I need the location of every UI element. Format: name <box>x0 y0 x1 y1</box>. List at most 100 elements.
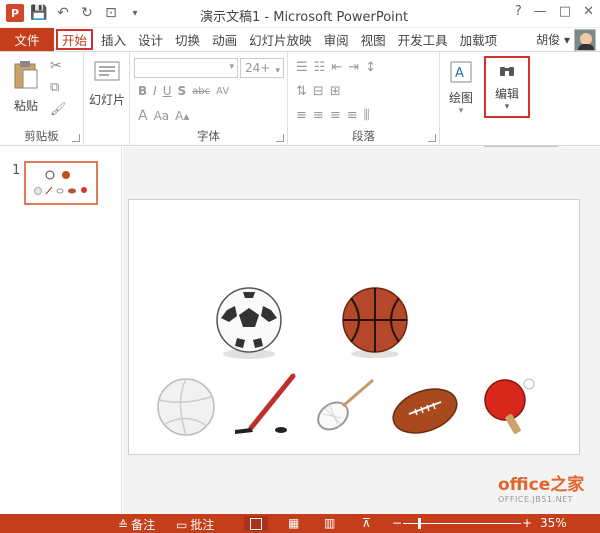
new-slide-icon <box>94 61 120 81</box>
text-direction-icon[interactable]: ⇅ <box>296 84 307 99</box>
slideshow-start-icon[interactable]: ⊡ <box>102 4 120 22</box>
normal-view-button[interactable] <box>244 516 268 531</box>
undo-icon[interactable]: ↶ <box>54 4 72 22</box>
align-text-icon[interactable]: ⊟ <box>313 84 324 99</box>
paragraph-launcher-icon[interactable] <box>428 134 436 142</box>
slide-sorter-icon: ▦ <box>288 516 300 530</box>
cut-icon[interactable]: ✂ <box>50 58 62 74</box>
help-button[interactable]: ? <box>515 4 522 19</box>
tab-home[interactable]: 开始 <box>56 29 94 50</box>
justify-icon[interactable]: ≡ <box>347 108 358 123</box>
new-slide-button[interactable]: 幻灯片 <box>88 58 126 108</box>
align-center-icon[interactable]: ≡ <box>313 108 324 123</box>
slide-thumbnails-panel: 1 <box>0 147 122 514</box>
slide-sorter-button[interactable]: ▦ <box>288 516 299 530</box>
comments-button[interactable]: ▭ 批注 <box>176 516 214 533</box>
customize-qat-icon[interactable]: ▾ <box>126 4 144 22</box>
tab-developer[interactable]: 开发工具 <box>392 28 454 51</box>
drawing-button[interactable]: A 绘图 ▾ <box>444 60 478 116</box>
redo-icon[interactable]: ↻ <box>78 4 96 22</box>
decrease-indent-icon[interactable]: ⇤ <box>331 60 342 75</box>
italic-button[interactable]: I <box>153 84 157 98</box>
close-button[interactable]: ✕ <box>583 4 594 19</box>
tab-review[interactable]: 审阅 <box>318 28 355 51</box>
watermark-url: OFFICE.JB51.NET <box>498 495 574 504</box>
avatar[interactable] <box>574 28 596 51</box>
columns-icon[interactable]: ⫼ <box>364 108 370 123</box>
paste-icon <box>14 61 38 89</box>
notes-button[interactable]: ≙ 备注 <box>118 516 155 533</box>
editing-button[interactable]: 编辑 ▾ <box>484 56 530 118</box>
smartart-icon[interactable]: ⊞ <box>330 84 341 99</box>
zoom-in-button[interactable]: + <box>522 516 532 530</box>
status-bar: ≙ 备注 ▭ 批注 ▦ ▥ ⊼ − + 35% <box>0 514 600 533</box>
bold-button[interactable]: B <box>138 84 147 98</box>
save-icon[interactable]: 💾 <box>30 4 48 22</box>
line-spacing-icon[interactable]: ↕ <box>365 60 376 75</box>
font-color-button[interactable]: A <box>138 108 148 124</box>
zoom-slider-thumb[interactable] <box>418 518 421 529</box>
basketball-image[interactable] <box>339 286 413 360</box>
tab-animations[interactable]: 动画 <box>206 28 243 51</box>
clipboard-group: 粘贴 ✂ ⧉ 🖌 剪贴板 <box>0 52 84 146</box>
tab-view[interactable]: 视图 <box>355 28 392 51</box>
slideshow-view-button[interactable]: ⊼ <box>362 516 371 530</box>
paste-button[interactable]: 粘贴 <box>6 58 46 114</box>
numbering-icon[interactable]: ☷ <box>314 60 326 75</box>
tab-insert[interactable]: 插入 <box>95 28 132 51</box>
zoom-level[interactable]: 35% <box>540 516 567 530</box>
zoom-out-button[interactable]: − <box>392 516 402 530</box>
font-launcher-icon[interactable] <box>276 134 284 142</box>
font-name-combo[interactable]: ▾ <box>134 58 238 78</box>
svg-text:A: A <box>455 66 464 81</box>
user-account[interactable]: 胡俊 ▾ <box>536 28 600 51</box>
reading-view-icon: ▥ <box>324 516 336 530</box>
maximize-button[interactable]: □ <box>559 4 571 19</box>
char-spacing-button[interactable]: AV <box>216 86 229 97</box>
strikethrough-button[interactable]: abc <box>192 86 210 97</box>
format-painter-icon[interactable]: 🖌 <box>50 102 67 117</box>
soccer-ball-image[interactable] <box>213 286 287 360</box>
chevron-down-icon: ▾ <box>229 62 234 72</box>
window-title: 演示文稿1 - Microsoft PowerPoint <box>200 10 409 25</box>
copy-icon[interactable]: ⧉ <box>50 80 59 95</box>
clipboard-launcher-icon[interactable] <box>72 134 80 142</box>
shadow-button[interactable]: S <box>178 84 187 98</box>
align-left-icon[interactable]: ≡ <box>296 108 307 123</box>
badminton-racket-image[interactable] <box>311 374 379 440</box>
ping-pong-paddle-image[interactable] <box>479 374 539 440</box>
hockey-stick-image[interactable] <box>231 372 301 438</box>
tab-addins[interactable]: 加载项 <box>454 28 504 51</box>
tab-transitions[interactable]: 切换 <box>169 28 206 51</box>
slide-canvas[interactable] <box>128 199 580 455</box>
tab-file[interactable]: 文件 <box>0 28 54 51</box>
title-bar: P 💾 ↶ ↻ ⊡ ▾ 演示文稿1 - Microsoft PowerPoint… <box>0 0 600 28</box>
quick-access-toolbar: P 💾 ↶ ↻ ⊡ ▾ <box>6 4 144 22</box>
notes-icon: ≙ <box>118 517 129 532</box>
bullets-icon[interactable]: ☰ <box>296 60 308 75</box>
reading-view-button[interactable]: ▥ <box>324 516 335 530</box>
shapes-icon: A <box>450 61 472 83</box>
drawing-label: 绘图 <box>448 91 473 105</box>
zoom-level-label: 35% <box>540 516 567 530</box>
tab-design[interactable]: 设计 <box>132 28 169 51</box>
slide-thumbnail[interactable] <box>24 161 98 205</box>
tab-slideshow[interactable]: 幻灯片放映 <box>243 28 318 51</box>
font-size-combo[interactable]: 24+ ▾ <box>240 58 284 78</box>
slides-group: 幻灯片 <box>84 52 130 146</box>
minimize-button[interactable]: — <box>534 4 547 19</box>
watermark: office之家 OFFICE.JB51.NET <box>498 470 584 504</box>
slide-thumbnail-preview <box>34 170 87 195</box>
clear-format-icon[interactable]: A▴ <box>175 109 189 123</box>
ribbon-tab-bar: 文件 开始 插入 设计 切换 动画 幻灯片放映 审阅 视图 开发工具 加载项 胡… <box>0 28 600 52</box>
change-case-button[interactable]: Aa <box>154 109 170 123</box>
volleyball-image[interactable] <box>155 376 217 438</box>
underline-button[interactable]: U <box>163 84 172 98</box>
slide-number: 1 <box>12 163 21 178</box>
chevron-down-icon: ▾ <box>504 102 510 112</box>
slide-editing-area <box>123 147 600 514</box>
american-football-image[interactable] <box>389 384 461 438</box>
increase-indent-icon[interactable]: ⇥ <box>348 60 359 75</box>
binoculars-icon <box>500 67 514 76</box>
align-right-icon[interactable]: ≡ <box>330 108 341 123</box>
